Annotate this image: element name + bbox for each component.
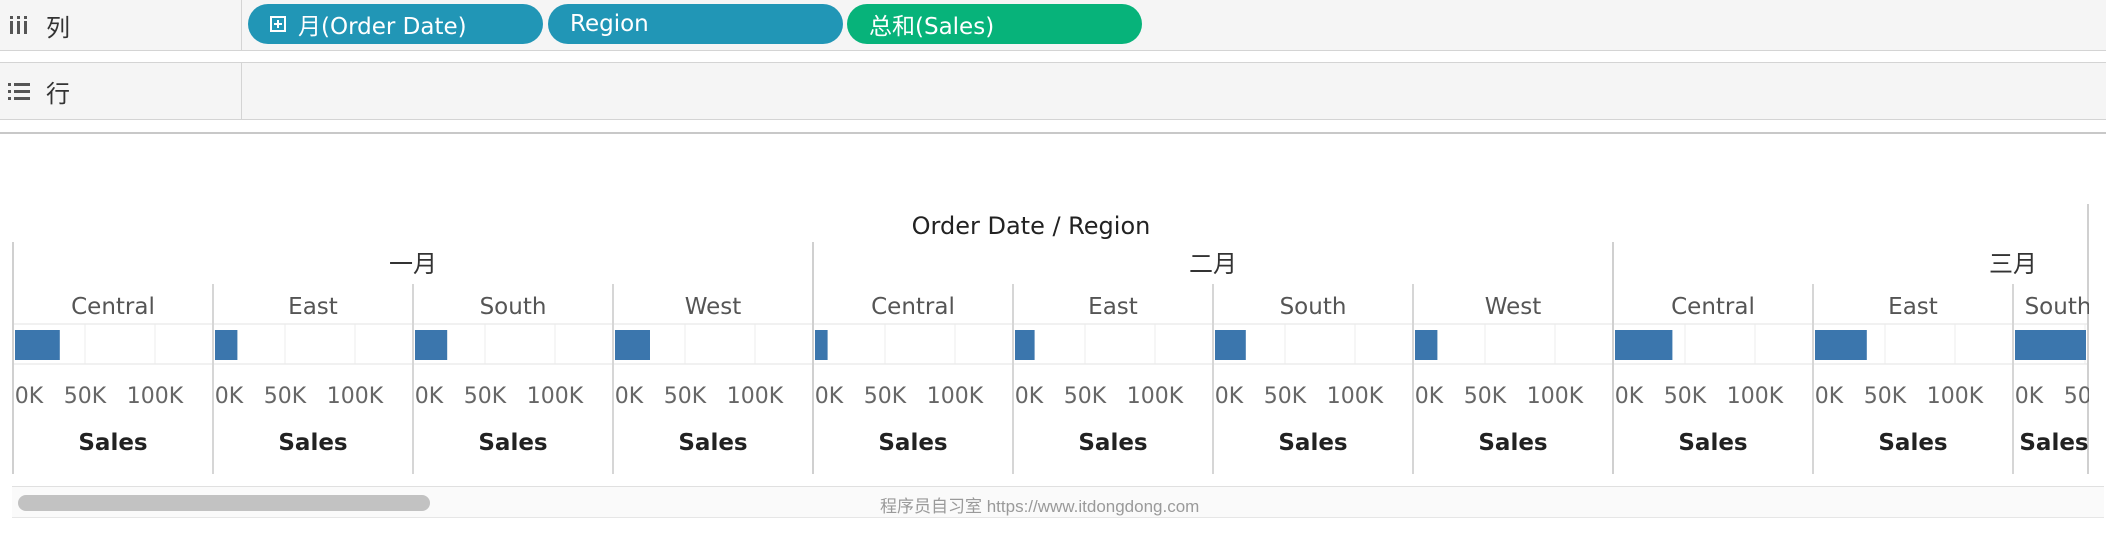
region-header[interactable]: Central [871,294,955,320]
axis-tick-label: 50K [1864,384,1907,409]
axis-title: Sales [1078,430,1147,456]
region-header[interactable]: Central [1671,294,1755,320]
sales-bar[interactable] [1215,330,1246,360]
sales-bar[interactable] [15,330,60,360]
axis-tick-label: 0K [615,384,644,409]
axis-tick-label: 100K [527,384,584,409]
sales-bar[interactable] [2015,330,2086,360]
bar-chart: Order Date / Region 一月 二月 三月 Central 0K 50K 10… [12,204,2106,494]
axis-tick-label: 0K [415,384,444,409]
axis-tick-label: 100K [327,384,384,409]
axis-tick-label: 50K [64,384,107,409]
column-pill-label: 总和(Sales) [869,14,995,40]
month-header[interactable]: 二月 [1189,250,1237,278]
axis-tick-label: 50K [1664,384,1707,409]
sales-bar[interactable] [215,330,238,360]
region-header[interactable]: Central [71,294,155,320]
axis-title: Sales [878,430,947,456]
axis-tick-label: 0K [1215,384,1244,409]
expand-plus-icon[interactable] [270,16,286,32]
axis-title: Sales [678,430,747,456]
axis-tick-label: 0K [15,384,44,409]
axis-title: Sales [1278,430,1347,456]
rows-shelf-label: 行 [0,63,242,119]
sales-bar[interactable] [1615,330,1673,360]
axis-tick-label: 0K [215,384,244,409]
axis-title: Sales [2019,430,2088,456]
axis-tick-label: 50K [1064,384,1107,409]
axis-tick-label: 100K [1727,384,1784,409]
axis-title: Sales [1878,430,1947,456]
sales-bar[interactable] [1415,330,1438,360]
column-pill-0[interactable]: 月(Order Date) [248,4,543,44]
month-header[interactable]: 三月 [1989,250,2037,278]
scrollbar-thumb[interactable] [18,495,430,511]
axis-title: Sales [1478,430,1547,456]
axis-tick-label: 50K [464,384,507,409]
axis-tick-label: 50K [1264,384,1307,409]
rows-shelf-title: 行 [46,79,70,108]
rows-drop-area[interactable] [242,63,2106,119]
axis-title: Sales [78,430,147,456]
rows-icon [6,80,32,102]
month-header[interactable]: 一月 [389,250,437,278]
axis-tick-label: 100K [1127,384,1184,409]
columns-shelf-label: 列 [0,0,242,50]
axis-tick-label: 0K [2015,384,2044,409]
axis-title: Sales [1678,430,1747,456]
column-pill-label: 月(Order Date) [298,14,467,40]
region-header[interactable]: South [1280,294,1347,320]
region-header[interactable]: East [1088,294,1138,320]
sales-bar[interactable] [615,330,650,360]
axis-tick-label: 50K [864,384,907,409]
axis-tick-label: 100K [727,384,784,409]
sales-bar[interactable] [415,330,448,360]
axis-tick-label: 50K [664,384,707,409]
column-pill-1[interactable]: Region [548,4,843,44]
axis-title: Sales [478,430,547,456]
columns-shelf-title: 列 [46,13,70,42]
watermark-text: 程序员自习室 https://www.itdongdong.com [880,497,1200,516]
axis-tick-label: 100K [1927,384,1984,409]
region-header[interactable]: East [1888,294,1938,320]
column-pill-label: Region [570,11,649,37]
axis-tick-label: 100K [927,384,984,409]
sales-bar[interactable] [815,330,828,360]
chart-header-title: Order Date / Region [912,212,1151,240]
sales-bar[interactable] [1815,330,1867,360]
region-header[interactable]: West [1485,294,1542,320]
region-header[interactable]: West [685,294,742,320]
region-header[interactable]: East [288,294,338,320]
columns-shelf: 列 月(Order Date) Region 总和(Sales) [0,0,2106,51]
region-header[interactable]: South [480,294,547,320]
axis-tick-label: 100K [1327,384,1384,409]
sales-bar[interactable] [1015,330,1035,360]
axis-tick-label: 0K [1815,384,1844,409]
axis-tick-label: 50K [264,384,307,409]
columns-icon [6,14,32,36]
axis-title: Sales [278,430,347,456]
right-clip-mask [2089,234,2106,494]
axis-tick-label: 100K [127,384,184,409]
column-pill-2[interactable]: 总和(Sales) [847,4,1142,44]
rows-shelf: 行 [0,62,2106,120]
axis-tick-label: 100K [1527,384,1584,409]
axis-tick-label: 0K [1615,384,1644,409]
axis-tick-label: 0K [1015,384,1044,409]
axis-tick-label: 50K [1464,384,1507,409]
axis-tick-label: 0K [1415,384,1444,409]
axis-tick-label: 0K [815,384,844,409]
region-header[interactable]: South [2025,294,2092,320]
